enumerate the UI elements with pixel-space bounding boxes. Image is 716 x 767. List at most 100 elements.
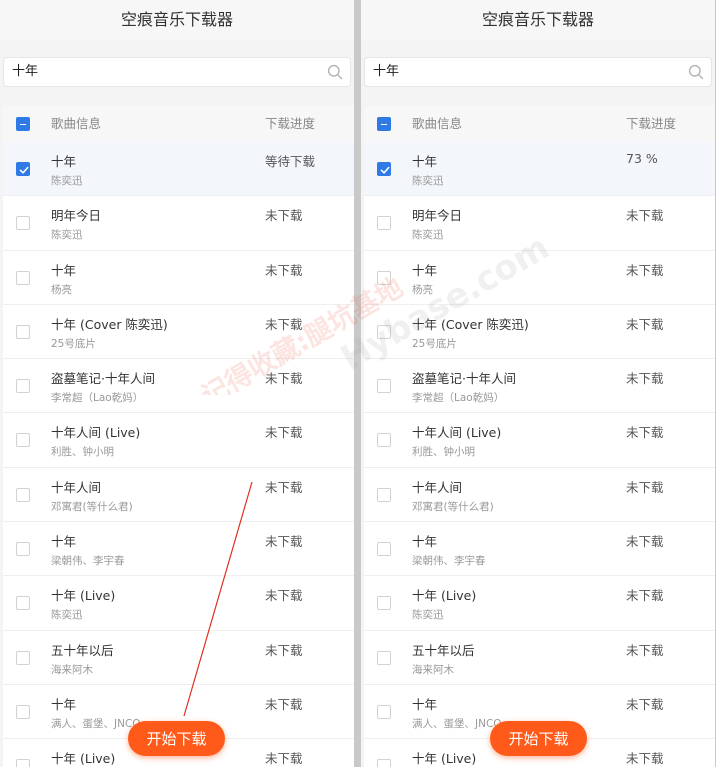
- song-title: 十年 (Live): [412, 751, 477, 767]
- song-checkbox[interactable]: [377, 433, 391, 448]
- song-row[interactable]: 五十年以后 海来阿木 未下载: [364, 630, 715, 685]
- song-checkbox[interactable]: [16, 379, 30, 394]
- song-artist: 梁朝伟、李宇春: [51, 555, 125, 568]
- song-artist: 利胜、钟小明: [51, 446, 114, 459]
- download-progress: 未下载: [265, 642, 303, 658]
- song-title: 十年: [412, 696, 438, 712]
- song-checkbox[interactable]: [377, 542, 391, 557]
- song-artist: 利胜、钟小明: [412, 446, 475, 459]
- song-checkbox[interactable]: [377, 162, 391, 176]
- song-artist: 李常超（Lao乾妈）: [51, 392, 144, 405]
- song-checkbox[interactable]: [377, 216, 391, 231]
- song-checkbox[interactable]: [377, 324, 391, 339]
- song-list: 歌曲信息 下载进度 十年 陈奕迅 73 % 明年今日 陈奕迅 未下载 十年 杨亮 未下载 十年 (…: [364, 106, 715, 767]
- song-checkbox[interactable]: [377, 704, 391, 719]
- search-icon[interactable]: [327, 64, 343, 80]
- start-download-button[interactable]: 开始下载: [490, 721, 587, 756]
- song-artist: 陈奕迅: [412, 175, 444, 187]
- list-header: 歌曲信息 下载进度: [364, 106, 715, 142]
- song-checkbox[interactable]: [377, 596, 391, 611]
- download-progress: 未下载: [265, 751, 303, 767]
- song-title: 十年人间 (Live): [412, 425, 502, 441]
- song-checkbox[interactable]: [16, 216, 30, 231]
- download-progress: 未下载: [626, 371, 664, 387]
- start-download-button[interactable]: 开始下载: [128, 721, 225, 756]
- song-artist: 25号底片: [412, 337, 457, 350]
- download-progress: 未下载: [626, 588, 664, 604]
- song-title: 十年: [51, 534, 77, 550]
- song-row[interactable]: 十年 (Cover 陈奕迅) 25号底片 未下载: [364, 304, 715, 360]
- song-title: 十年: [51, 696, 77, 712]
- song-row[interactable]: 明年今日 陈奕迅 未下载: [364, 196, 715, 251]
- song-checkbox[interactable]: [16, 759, 30, 767]
- song-checkbox[interactable]: [377, 487, 391, 502]
- download-progress: 未下载: [265, 425, 303, 441]
- song-list: 歌曲信息 下载进度 十年 陈奕迅 等待下载 明年今日 陈奕迅 未下载 十年 杨亮 未下载 十年 (…: [3, 106, 354, 767]
- song-row[interactable]: 十年 陈奕迅 73 %: [364, 142, 715, 197]
- download-progress: 未下载: [626, 208, 664, 224]
- song-row[interactable]: 十年 (Live) 陈奕迅 未下载: [364, 576, 715, 631]
- song-row[interactable]: 十年人间 邓寓君(等什么君) 未下载: [3, 467, 354, 523]
- search-input[interactable]: 十年: [3, 57, 351, 87]
- song-checkbox[interactable]: [16, 433, 30, 448]
- song-checkbox[interactable]: [16, 270, 30, 285]
- song-row[interactable]: 十年 杨亮 未下载: [364, 250, 715, 305]
- song-row[interactable]: 十年 梁朝伟、李宇春 未下载: [364, 522, 715, 577]
- song-checkbox[interactable]: [16, 542, 30, 557]
- header-progress: 下载进度: [626, 116, 677, 131]
- download-progress: 未下载: [626, 425, 664, 441]
- song-checkbox[interactable]: [377, 759, 391, 767]
- song-artist: 陈奕迅: [412, 229, 444, 242]
- download-progress: 未下载: [626, 479, 664, 495]
- song-title: 十年 (Live): [51, 588, 116, 604]
- song-checkbox[interactable]: [16, 162, 30, 176]
- download-progress: 未下载: [265, 696, 303, 712]
- download-progress: 未下载: [626, 642, 664, 658]
- song-checkbox[interactable]: [377, 270, 391, 285]
- download-progress: 未下载: [265, 371, 303, 387]
- song-title: 十年 (Cover 陈奕迅): [412, 316, 529, 332]
- download-progress: 未下载: [626, 534, 664, 550]
- song-checkbox[interactable]: [16, 650, 30, 665]
- header-song-info: 歌曲信息: [51, 116, 102, 131]
- app-title: 空痕音乐下载器: [0, 0, 354, 40]
- song-row[interactable]: 盗墓笔记·十年人间 李常超（Lao乾妈） 未下载: [3, 359, 354, 414]
- song-row[interactable]: 十年 梁朝伟、李宇春 未下载: [3, 522, 354, 577]
- song-title: 十年 (Cover 陈奕迅): [51, 316, 168, 332]
- select-all-checkbox[interactable]: [377, 117, 391, 131]
- song-checkbox[interactable]: [377, 650, 391, 665]
- song-row[interactable]: 明年今日 陈奕迅 未下载: [3, 196, 354, 251]
- song-title: 十年: [412, 262, 438, 278]
- song-row[interactable]: 十年 (Live) 陈奕迅 未下载: [3, 576, 354, 631]
- list-header: 歌曲信息 下载进度: [3, 106, 354, 142]
- download-progress: 未下载: [265, 316, 303, 332]
- song-row[interactable]: 十年 陈奕迅 等待下载: [3, 142, 354, 197]
- header-song-info: 歌曲信息: [412, 116, 463, 131]
- song-row[interactable]: 十年人间 (Live) 利胜、钟小明 未下载: [3, 413, 354, 468]
- song-row[interactable]: 十年 杨亮 未下载: [3, 250, 354, 305]
- song-checkbox[interactable]: [377, 379, 391, 394]
- song-checkbox[interactable]: [16, 704, 30, 719]
- song-artist: 杨亮: [51, 283, 72, 296]
- left-panel: 空痕音乐下载器 十年 歌曲信息 下载进度 十年 陈奕迅 等待下载 明年今日 陈奕迅 未下载…: [0, 0, 354, 767]
- song-artist: 海来阿木: [51, 663, 93, 676]
- song-checkbox[interactable]: [16, 487, 30, 502]
- song-row[interactable]: 十年 (Cover 陈奕迅) 25号底片 未下载: [3, 304, 354, 360]
- song-artist: 邓寓君(等什么君): [412, 500, 494, 513]
- song-checkbox[interactable]: [16, 324, 30, 339]
- select-all-checkbox[interactable]: [16, 117, 30, 131]
- song-row[interactable]: 盗墓笔记·十年人间 李常超（Lao乾妈） 未下载: [364, 359, 715, 414]
- song-checkbox[interactable]: [16, 596, 30, 611]
- search-icon[interactable]: [688, 64, 704, 80]
- download-progress: 未下载: [626, 696, 664, 712]
- song-row[interactable]: 十年人间 邓寓君(等什么君) 未下载: [364, 467, 715, 523]
- song-title: 盗墓笔记·十年人间: [51, 371, 155, 387]
- search-value: 十年: [12, 64, 39, 79]
- song-title: 十年: [412, 534, 438, 550]
- song-title: 十年人间: [51, 479, 102, 495]
- song-row[interactable]: 十年人间 (Live) 利胜、钟小明 未下载: [364, 413, 715, 468]
- song-row[interactable]: 五十年以后 海来阿木 未下载: [3, 630, 354, 685]
- song-title: 盗墓笔记·十年人间: [412, 371, 516, 387]
- search-input[interactable]: 十年: [364, 57, 712, 87]
- song-artist: 邓寓君(等什么君): [51, 500, 133, 513]
